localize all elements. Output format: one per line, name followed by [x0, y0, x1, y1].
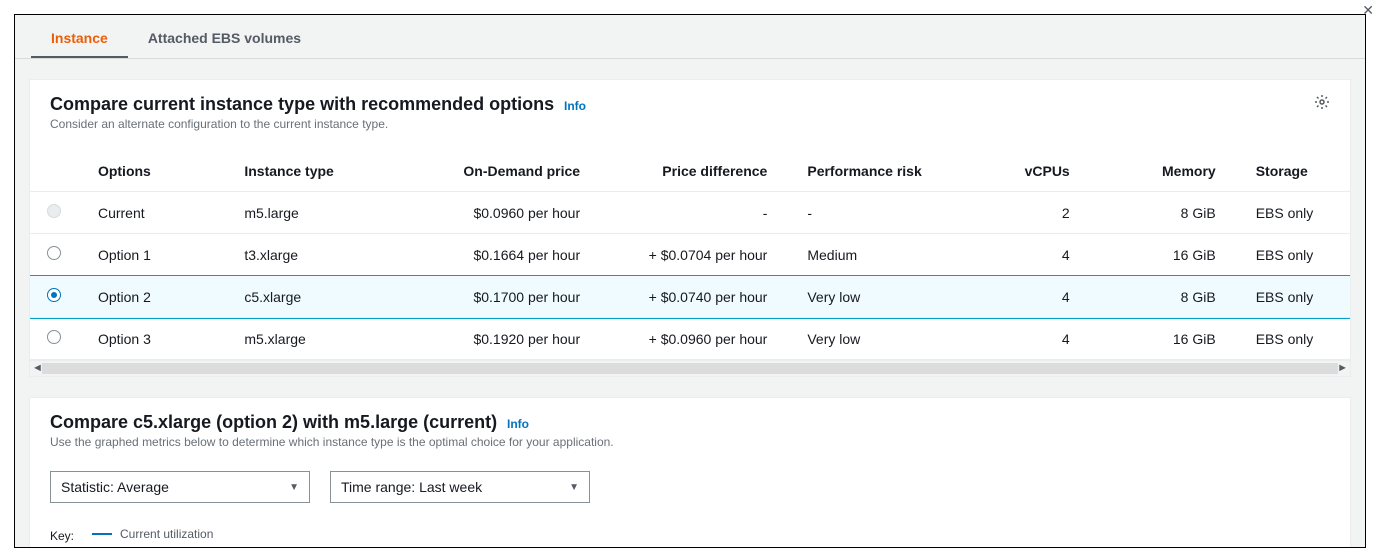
cell-vcpus: 4	[975, 276, 1100, 318]
cell-storage: EBS only	[1246, 192, 1350, 234]
cell-price: $0.1920 per hour	[412, 318, 621, 360]
cell-price: $0.1664 per hour	[412, 234, 621, 276]
cell-risk: Very low	[797, 276, 974, 318]
comparison-table-wrapper: Options Instance type On-Demand price Pr…	[30, 151, 1350, 360]
metrics-panel-title: Compare c5.xlarge (option 2) with m5.lar…	[50, 412, 497, 432]
legend: Key: Current utilization Option 2 projec…	[30, 507, 1350, 548]
metrics-panel-header: Compare c5.xlarge (option 2) with m5.lar…	[30, 398, 1350, 457]
tab-attached-ebs[interactable]: Attached EBS volumes	[128, 18, 321, 58]
cell-memory: 16 GiB	[1100, 318, 1246, 360]
table-row[interactable]: Currentm5.large$0.0960 per hour--28 GiBE…	[30, 192, 1350, 234]
legend-key-label: Key:	[50, 527, 74, 543]
cell-risk: Medium	[797, 234, 974, 276]
cell-vcpus: 2	[975, 192, 1100, 234]
legend-swatch-solid	[92, 533, 112, 535]
scroll-right-icon[interactable]: ►	[1337, 362, 1348, 374]
horizontal-scrollbar[interactable]: ◄ ►	[30, 360, 1350, 376]
table-row[interactable]: Option 1t3.xlarge$0.1664 per hour+ $0.07…	[30, 234, 1350, 276]
col-header-options: Options	[78, 151, 234, 192]
compare-panel: Compare current instance type with recom…	[29, 79, 1351, 377]
cell-memory: 8 GiB	[1100, 192, 1246, 234]
cell-options: Current	[78, 192, 234, 234]
cell-risk: Very low	[797, 318, 974, 360]
info-link[interactable]: Info	[564, 99, 586, 113]
cell-vcpus: 4	[975, 234, 1100, 276]
col-header-storage: Storage	[1246, 151, 1350, 192]
metrics-panel-subtitle: Use the graphed metrics below to determi…	[50, 435, 1330, 449]
cell-instance-type: c5.xlarge	[234, 276, 411, 318]
comparison-table: Options Instance type On-Demand price Pr…	[30, 151, 1350, 360]
cell-risk: -	[797, 192, 974, 234]
cell-options: Option 3	[78, 318, 234, 360]
statistic-select-value: Statistic: Average	[61, 479, 169, 495]
scroll-track[interactable]	[42, 363, 1338, 374]
cell-price-diff: + $0.0960 per hour	[620, 318, 797, 360]
cell-storage: EBS only	[1246, 234, 1350, 276]
legend-current: Current utilization	[92, 527, 271, 541]
metrics-panel: Compare c5.xlarge (option 2) with m5.lar…	[29, 397, 1351, 548]
cell-memory: 8 GiB	[1100, 276, 1246, 318]
cell-instance-type: t3.xlarge	[234, 234, 411, 276]
cell-storage: EBS only	[1246, 276, 1350, 318]
col-header-price: On-Demand price	[412, 151, 621, 192]
col-header-memory: Memory	[1100, 151, 1246, 192]
compare-panel-subtitle: Consider an alternate configuration to t…	[50, 117, 1330, 131]
chevron-down-icon: ▼	[569, 482, 579, 493]
timerange-select[interactable]: Time range: Last week ▼	[330, 471, 590, 503]
tab-instance[interactable]: Instance	[31, 18, 128, 58]
info-link-metrics[interactable]: Info	[507, 417, 529, 431]
main-container: Instance Attached EBS volumes Compare cu…	[14, 14, 1366, 548]
col-header-instance-type: Instance type	[234, 151, 411, 192]
cell-options: Option 1	[78, 234, 234, 276]
legend-current-label: Current utilization	[120, 527, 213, 541]
cell-price-diff: -	[620, 192, 797, 234]
metrics-controls: Statistic: Average ▼ Time range: Last we…	[30, 457, 1350, 507]
col-header-diff: Price difference	[620, 151, 797, 192]
gear-icon[interactable]	[1314, 94, 1332, 112]
tab-bar: Instance Attached EBS volumes	[15, 15, 1365, 59]
table-row[interactable]: Option 3m5.xlarge$0.1920 per hour+ $0.09…	[30, 318, 1350, 360]
col-header-vcpus: vCPUs	[975, 151, 1100, 192]
chevron-down-icon: ▼	[289, 482, 299, 493]
timerange-select-value: Time range: Last week	[341, 479, 482, 495]
row-radio[interactable]	[47, 288, 61, 302]
row-radio[interactable]	[47, 330, 61, 344]
cell-instance-type: m5.xlarge	[234, 318, 411, 360]
cell-options: Option 2	[78, 276, 234, 318]
row-radio[interactable]	[47, 246, 61, 260]
row-radio	[47, 204, 61, 218]
table-row[interactable]: Option 2c5.xlarge$0.1700 per hour+ $0.07…	[30, 276, 1350, 318]
cell-instance-type: m5.large	[234, 192, 411, 234]
cell-memory: 16 GiB	[1100, 234, 1246, 276]
cell-storage: EBS only	[1246, 318, 1350, 360]
statistic-select[interactable]: Statistic: Average ▼	[50, 471, 310, 503]
cell-price: $0.0960 per hour	[412, 192, 621, 234]
compare-panel-title: Compare current instance type with recom…	[50, 94, 554, 114]
cell-price-diff: + $0.0704 per hour	[620, 234, 797, 276]
cell-price-diff: + $0.0740 per hour	[620, 276, 797, 318]
col-header-risk: Performance risk	[797, 151, 974, 192]
cell-price: $0.1700 per hour	[412, 276, 621, 318]
cell-vcpus: 4	[975, 318, 1100, 360]
compare-panel-header: Compare current instance type with recom…	[30, 80, 1350, 139]
